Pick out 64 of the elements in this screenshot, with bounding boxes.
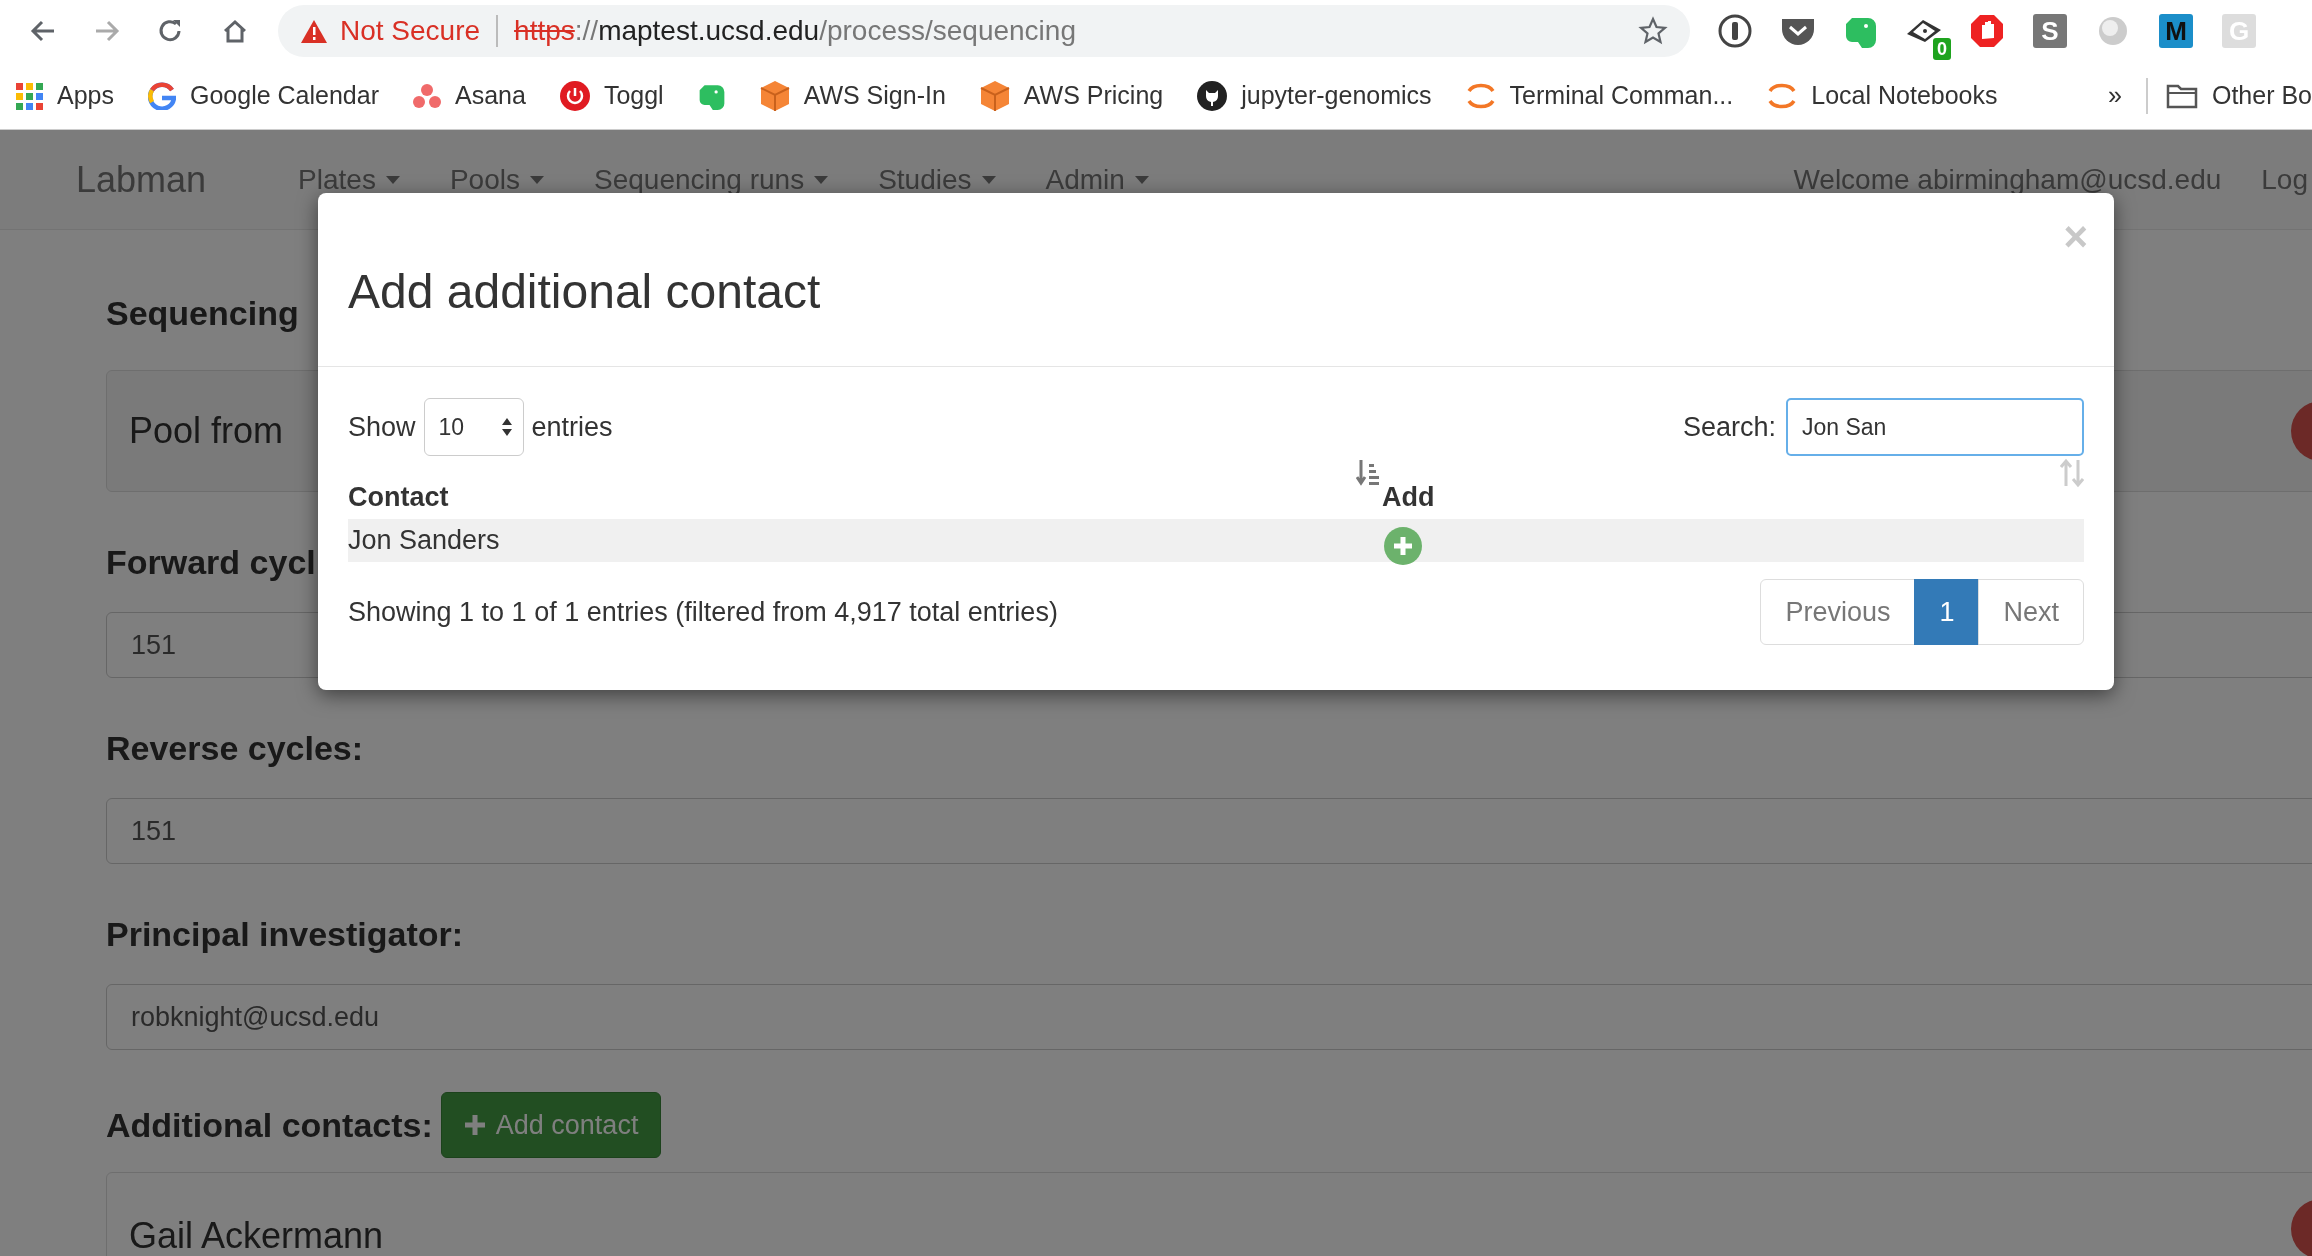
table-info: Showing 1 to 1 of 1 entries (filtered from 4,917 total entries) <box>348 595 1058 629</box>
bookmark-link[interactable]: AWS Pricing <box>1023 77 1164 115</box>
bookmark-link[interactable]: Apps <box>57 77 114 115</box>
nav-menu[interactable]: Sequencing runs <box>594 158 829 201</box>
search-field[interactable]: Jon San <box>1786 398 2084 456</box>
logout-link[interactable]: Log <box>2261 158 2308 201</box>
show-label: Show <box>348 410 416 444</box>
m-tile-icon[interactable]: M <box>2159 14 2193 48</box>
field-label: Forward cycl <box>106 542 316 583</box>
arcs-icon <box>1767 81 1798 111</box>
field-label: Reverse cycles: <box>106 728 364 769</box>
bookmark-link[interactable]: Toggl <box>603 77 664 115</box>
apps-grid-icon <box>16 82 43 110</box>
star-icon[interactable] <box>1638 16 1668 46</box>
warning-icon <box>300 18 328 44</box>
field-label: Additional contacts: <box>106 1104 433 1146</box>
count-badge: 0 <box>1933 38 1951 60</box>
sort-ascending-icon[interactable] <box>1356 458 1380 488</box>
welcome-text: Welcome abirmingham@ucsd.edu <box>1793 162 2222 197</box>
bookmark-link[interactable]: Google Calendar <box>190 77 379 115</box>
plus-icon <box>463 1114 486 1136</box>
power-icon <box>559 81 590 111</box>
pool-name: Pool from <box>129 409 284 453</box>
contact-name: Gail Ackermann <box>129 1214 384 1256</box>
nav-menu[interactable]: Admin <box>1045 158 1149 201</box>
column-header[interactable]: Add <box>1382 476 1435 517</box>
section-heading: Sequencing <box>106 293 299 334</box>
search-label: Search: <box>1682 410 1776 444</box>
url-text[interactable]: https://maptest.ucsd.edu/process/sequencing <box>514 10 1076 52</box>
input-field[interactable]: 151 <box>106 798 2312 864</box>
cube-icon <box>759 80 790 112</box>
page-button[interactable]: 1 <box>1914 579 1980 645</box>
s-tile-icon[interactable]: S <box>2033 14 2067 48</box>
nav-menu[interactable]: Studies <box>878 158 996 201</box>
three-dots-icon <box>413 83 441 109</box>
more-bookmarks-button[interactable]: » <box>2108 77 2122 115</box>
bookmark-link[interactable]: jupyter-genomics <box>1241 77 1432 115</box>
page-button[interactable]: Previous <box>1760 579 1916 645</box>
arcs-icon <box>1465 81 1496 111</box>
folder-icon <box>2165 83 2198 109</box>
info-circle-icon[interactable] <box>1717 13 1753 49</box>
nav-menu[interactable]: Plates <box>298 158 400 201</box>
field-label: Principal investigator: <box>106 914 464 955</box>
entries-label: entries <box>531 410 613 444</box>
updown-caret-icon <box>500 417 513 437</box>
modal-title: Add additional contact <box>348 265 822 318</box>
length-select[interactable]: 10 <box>423 398 524 456</box>
bookmark-link[interactable]: Terminal Comman... <box>1509 77 1734 115</box>
bookmark-link[interactable]: Local Notebooks <box>1811 77 1998 115</box>
column-header[interactable]: Contact <box>348 476 449 517</box>
table-cell: Jon Sanders <box>348 525 500 556</box>
add-circle-icon[interactable] <box>1384 526 1422 565</box>
cat-silhouette-icon <box>1197 81 1228 111</box>
bookmark-folder[interactable]: Other Bo <box>2211 77 2312 115</box>
stop-hand-icon[interactable] <box>1969 13 2005 49</box>
security-warning: Not Secure <box>340 14 481 48</box>
input-field[interactable]: robknight@ucsd.edu <box>106 984 2312 1050</box>
brand-link[interactable]: Labman <box>76 152 207 207</box>
bookmark-link[interactable]: AWS Sign-In <box>803 77 946 115</box>
page-button[interactable]: Next <box>1978 579 2084 645</box>
bookmark-link[interactable]: Asana <box>455 77 526 115</box>
multicolor-ring-icon <box>148 82 176 110</box>
cube-icon <box>979 80 1010 112</box>
nav-menu[interactable]: Pools <box>449 158 544 201</box>
